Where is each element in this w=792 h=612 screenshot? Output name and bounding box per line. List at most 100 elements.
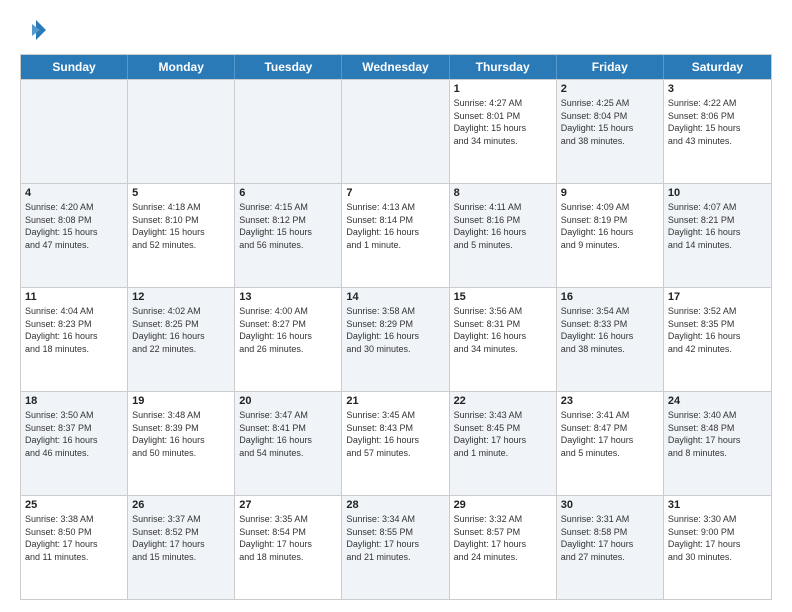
day-number: 2: [561, 83, 659, 95]
calendar-cell: 19Sunrise: 3:48 AM Sunset: 8:39 PM Dayli…: [128, 392, 235, 495]
calendar-cell: 4 Sunrise: 4:20 AM Sunset: 8:08 PM Daylig…: [21, 184, 128, 287]
calendar-cell: 26 Sunrise: 3:37 AM Sunset: 8:52 PM Dayli…: [128, 496, 235, 599]
calendar-cell: 15 Sunrise: 3:56 AM Sunset: 8:31 PM Dayli…: [450, 288, 557, 391]
calendar-cell: [235, 80, 342, 183]
day-number: 11: [25, 291, 123, 303]
cell-text: Sunrise: 3:43 AM Sunset: 8:45 PM Dayligh…: [454, 409, 552, 459]
day-number: 3: [668, 83, 767, 95]
cell-text: Sunrise: 3:58 AM Sunset: 8:29 PM Dayligh…: [346, 305, 444, 355]
cell-text: Sunrise: 4:25 AM Sunset: 8:04 PM Dayligh…: [561, 97, 659, 147]
cell-text: Sunrise: 3:35 AM Sunset: 8:54 PM Dayligh…: [239, 513, 337, 563]
day-number: 8: [454, 187, 552, 199]
cell-text: Sunrise: 3:52 AM Sunset: 8:35 PM Dayligh…: [668, 305, 767, 355]
cell-text: Sunrise: 3:37 AM Sunset: 8:52 PM Dayligh…: [132, 513, 230, 563]
calendar-cell: 7 Sunrise: 4:13 AM Sunset: 8:14 PM Daylig…: [342, 184, 449, 287]
day-number: 29: [454, 499, 552, 511]
cell-text: Sunrise: 4:02 AM Sunset: 8:25 PM Dayligh…: [132, 305, 230, 355]
calendar-cell: 14 Sunrise: 3:58 AM Sunset: 8:29 PM Dayli…: [342, 288, 449, 391]
weekday-header: Wednesday: [342, 55, 449, 79]
calendar-cell: 24Sunrise: 3:40 AM Sunset: 8:48 PM Dayli…: [664, 392, 771, 495]
cell-text: Sunrise: 4:07 AM Sunset: 8:21 PM Dayligh…: [668, 201, 767, 251]
calendar-cell: 8 Sunrise: 4:11 AM Sunset: 8:16 PM Daylig…: [450, 184, 557, 287]
calendar-cell: 6 Sunrise: 4:15 AM Sunset: 8:12 PM Daylig…: [235, 184, 342, 287]
calendar: SundayMondayTuesdayWednesdayThursdayFrid…: [20, 54, 772, 600]
day-number: 4: [25, 187, 123, 199]
calendar-row: 11 Sunrise: 4:04 AM Sunset: 8:23 PM Dayli…: [21, 287, 771, 391]
day-number: 14: [346, 291, 444, 303]
cell-text: Sunrise: 3:45 AM Sunset: 8:43 PM Dayligh…: [346, 409, 444, 459]
calendar-cell: 12 Sunrise: 4:02 AM Sunset: 8:25 PM Dayli…: [128, 288, 235, 391]
calendar-row: 18 Sunrise: 3:50 AM Sunset: 8:37 PM Dayli…: [21, 391, 771, 495]
calendar-cell: 21 Sunrise: 3:45 AM Sunset: 8:43 PM Dayli…: [342, 392, 449, 495]
day-number: 13: [239, 291, 337, 303]
cell-text: Sunrise: 4:27 AM Sunset: 8:01 PM Dayligh…: [454, 97, 552, 147]
day-number: 10: [668, 187, 767, 199]
calendar-cell: 30 Sunrise: 3:31 AM Sunset: 8:58 PM Dayli…: [557, 496, 664, 599]
day-number: 5: [132, 187, 230, 199]
cell-text: Sunrise: 4:11 AM Sunset: 8:16 PM Dayligh…: [454, 201, 552, 251]
day-number: 18: [25, 395, 123, 407]
cell-text: Sunrise: 3:34 AM Sunset: 8:55 PM Dayligh…: [346, 513, 444, 563]
day-number: 9: [561, 187, 659, 199]
cell-text: Sunrise: 3:54 AM Sunset: 8:33 PM Dayligh…: [561, 305, 659, 355]
cell-text: Sunrise: 3:31 AM Sunset: 8:58 PM Dayligh…: [561, 513, 659, 563]
weekday-header: Thursday: [450, 55, 557, 79]
day-number: 12: [132, 291, 230, 303]
day-number: 6: [239, 187, 337, 199]
calendar-row: 1Sunrise: 4:27 AM Sunset: 8:01 PM Daylig…: [21, 79, 771, 183]
calendar-cell: 29 Sunrise: 3:32 AM Sunset: 8:57 PM Dayli…: [450, 496, 557, 599]
calendar-cell: 18 Sunrise: 3:50 AM Sunset: 8:37 PM Dayli…: [21, 392, 128, 495]
cell-text: Sunrise: 4:18 AM Sunset: 8:10 PM Dayligh…: [132, 201, 230, 251]
cell-text: Sunrise: 3:40 AM Sunset: 8:48 PM Dayligh…: [668, 409, 767, 459]
day-number: 26: [132, 499, 230, 511]
day-number: 27: [239, 499, 337, 511]
day-number: 23: [561, 395, 659, 407]
day-number: 16: [561, 291, 659, 303]
weekday-header: Monday: [128, 55, 235, 79]
weekday-header: Sunday: [21, 55, 128, 79]
calendar-cell: 17 Sunrise: 3:52 AM Sunset: 8:35 PM Dayli…: [664, 288, 771, 391]
calendar-cell: 1Sunrise: 4:27 AM Sunset: 8:01 PM Daylig…: [450, 80, 557, 183]
cell-text: Sunrise: 3:50 AM Sunset: 8:37 PM Dayligh…: [25, 409, 123, 459]
day-number: 17: [668, 291, 767, 303]
calendar-cell: 2 Sunrise: 4:25 AM Sunset: 8:04 PM Daylig…: [557, 80, 664, 183]
calendar-cell: [128, 80, 235, 183]
cell-text: Sunrise: 3:32 AM Sunset: 8:57 PM Dayligh…: [454, 513, 552, 563]
weekday-header: Saturday: [664, 55, 771, 79]
cell-text: Sunrise: 3:56 AM Sunset: 8:31 PM Dayligh…: [454, 305, 552, 355]
calendar-cell: 22 Sunrise: 3:43 AM Sunset: 8:45 PM Dayli…: [450, 392, 557, 495]
day-number: 19: [132, 395, 230, 407]
day-number: 20: [239, 395, 337, 407]
day-number: 28: [346, 499, 444, 511]
day-number: 7: [346, 187, 444, 199]
calendar-cell: 31 Sunrise: 3:30 AM Sunset: 9:00 PM Dayli…: [664, 496, 771, 599]
calendar-body: 1Sunrise: 4:27 AM Sunset: 8:01 PM Daylig…: [21, 79, 771, 599]
day-number: 25: [25, 499, 123, 511]
day-number: 31: [668, 499, 767, 511]
calendar-cell: 16 Sunrise: 3:54 AM Sunset: 8:33 PM Dayli…: [557, 288, 664, 391]
cell-text: Sunrise: 4:09 AM Sunset: 8:19 PM Dayligh…: [561, 201, 659, 251]
cell-text: Sunrise: 3:30 AM Sunset: 9:00 PM Dayligh…: [668, 513, 767, 563]
calendar-cell: 3Sunrise: 4:22 AM Sunset: 8:06 PM Daylig…: [664, 80, 771, 183]
logo-icon: [20, 16, 48, 44]
day-number: 15: [454, 291, 552, 303]
calendar-cell: 11 Sunrise: 4:04 AM Sunset: 8:23 PM Dayli…: [21, 288, 128, 391]
calendar-cell: 23 Sunrise: 3:41 AM Sunset: 8:47 PM Dayli…: [557, 392, 664, 495]
cell-text: Sunrise: 3:41 AM Sunset: 8:47 PM Dayligh…: [561, 409, 659, 459]
calendar-cell: 10 Sunrise: 4:07 AM Sunset: 8:21 PM Dayli…: [664, 184, 771, 287]
cell-text: Sunrise: 4:20 AM Sunset: 8:08 PM Dayligh…: [25, 201, 123, 251]
calendar-cell: 25Sunrise: 3:38 AM Sunset: 8:50 PM Dayli…: [21, 496, 128, 599]
logo: [20, 16, 52, 44]
day-number: 30: [561, 499, 659, 511]
calendar-cell: 27 Sunrise: 3:35 AM Sunset: 8:54 PM Dayli…: [235, 496, 342, 599]
cell-text: Sunrise: 4:04 AM Sunset: 8:23 PM Dayligh…: [25, 305, 123, 355]
calendar-cell: [342, 80, 449, 183]
cell-text: Sunrise: 4:15 AM Sunset: 8:12 PM Dayligh…: [239, 201, 337, 251]
day-number: 22: [454, 395, 552, 407]
calendar-cell: [21, 80, 128, 183]
calendar-row: 25Sunrise: 3:38 AM Sunset: 8:50 PM Dayli…: [21, 495, 771, 599]
cell-text: Sunrise: 4:13 AM Sunset: 8:14 PM Dayligh…: [346, 201, 444, 251]
calendar-cell: 5 Sunrise: 4:18 AM Sunset: 8:10 PM Daylig…: [128, 184, 235, 287]
calendar-header: SundayMondayTuesdayWednesdayThursdayFrid…: [21, 55, 771, 79]
day-number: 21: [346, 395, 444, 407]
